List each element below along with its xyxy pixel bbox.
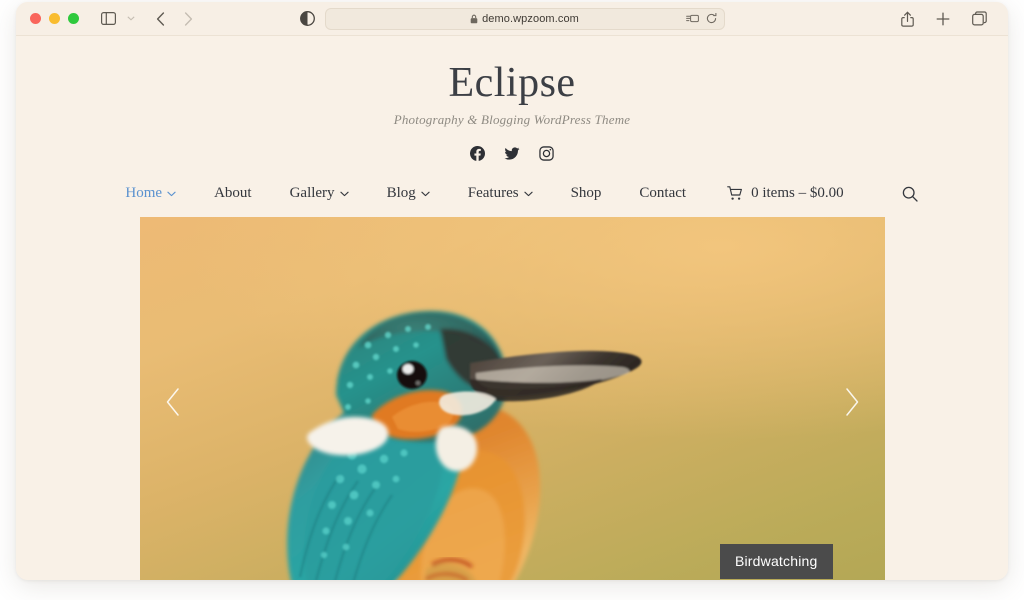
- browser-window: demo.wpzoom.com Eclipse Photography & Bl…: [16, 2, 1008, 580]
- hero-slide-image: [139, 217, 885, 580]
- facebook-icon[interactable]: [470, 146, 485, 162]
- sidebar-dropdown-chevron-down-icon[interactable]: [123, 6, 139, 32]
- instagram-icon[interactable]: [539, 146, 554, 161]
- close-window-button[interactable]: [30, 13, 41, 24]
- cart-icon: [727, 186, 743, 201]
- nav-label-blog: Blog: [386, 185, 416, 202]
- nav-item-blog[interactable]: Blog: [368, 185, 449, 202]
- nav-label-gallery: Gallery: [289, 185, 335, 202]
- nav-label-about: About: [214, 185, 252, 202]
- nav-item-contact[interactable]: Contact: [620, 185, 705, 202]
- address-bar-url: demo.wpzoom.com: [482, 12, 579, 25]
- address-bar-content: demo.wpzoom.com: [333, 13, 717, 25]
- chevron-down-icon: [421, 191, 430, 197]
- nav-label-home: Home: [125, 185, 163, 202]
- lock-icon: [470, 14, 478, 24]
- nav-item-features[interactable]: Features: [449, 185, 552, 202]
- toolbar-right-group: [894, 6, 1008, 32]
- back-chevron-left-icon[interactable]: [147, 6, 173, 32]
- hero-next-button[interactable]: [835, 377, 869, 427]
- window-traffic-lights: [16, 13, 79, 24]
- hero-prev-button[interactable]: [156, 377, 190, 427]
- minimize-window-button[interactable]: [49, 13, 60, 24]
- site-tagline: Photography & Blogging WordPress Theme: [393, 112, 631, 128]
- nav-label-shop: Shop: [570, 185, 602, 202]
- extensions-icon[interactable]: [685, 13, 699, 24]
- maximize-window-button[interactable]: [68, 13, 79, 24]
- cart-link[interactable]: 0 items – $0.00: [705, 185, 862, 202]
- browser-toolbar: demo.wpzoom.com: [16, 2, 1008, 36]
- reader-view-icon[interactable]: [299, 11, 315, 26]
- main-navigation: Home About Gallery Blog Features Shop Co…: [16, 185, 1008, 202]
- hero-slider: Birdwatching: [139, 217, 885, 580]
- nav-item-gallery[interactable]: Gallery: [271, 185, 368, 202]
- kingfisher-illustration: [286, 311, 642, 580]
- nav-label-contact: Contact: [639, 185, 687, 202]
- twitter-icon[interactable]: [504, 146, 520, 161]
- tab-overview-icon[interactable]: [966, 6, 992, 32]
- hero-caption-badge[interactable]: Birdwatching: [719, 544, 833, 580]
- address-bar[interactable]: demo.wpzoom.com: [324, 7, 725, 30]
- sidebar-toggle-icon[interactable]: [95, 6, 121, 32]
- browser-nav-controls: [95, 6, 201, 32]
- social-links: [16, 146, 1008, 162]
- new-tab-plus-icon[interactable]: [930, 6, 956, 32]
- chevron-down-icon: [339, 191, 349, 197]
- search-icon: [902, 186, 918, 202]
- page-content: Eclipse Photography & Blogging WordPress…: [16, 36, 1008, 580]
- search-button[interactable]: [862, 186, 918, 202]
- nav-item-shop[interactable]: Shop: [552, 185, 621, 202]
- cart-label: 0 items – $0.00: [751, 185, 844, 202]
- nav-label-features: Features: [467, 185, 519, 202]
- forward-chevron-right-icon[interactable]: [175, 6, 201, 32]
- reload-icon[interactable]: [706, 13, 717, 24]
- site-title: Eclipse: [448, 60, 576, 106]
- address-bar-actions: [685, 13, 717, 24]
- chevron-down-icon: [167, 191, 176, 197]
- chevron-down-icon: [523, 191, 533, 197]
- nav-item-home[interactable]: Home: [106, 185, 195, 202]
- nav-item-about[interactable]: About: [195, 185, 271, 202]
- share-icon[interactable]: [894, 6, 920, 32]
